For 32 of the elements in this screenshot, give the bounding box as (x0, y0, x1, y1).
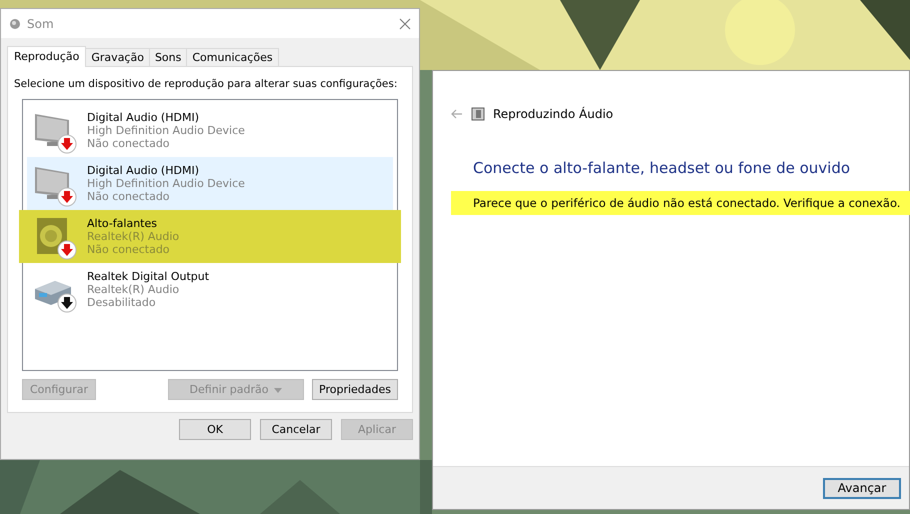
device-name: Realtek Digital Output (87, 270, 210, 283)
window-title: Reproduzindo Áudio (493, 107, 614, 121)
button[interactable]: Cancelar (260, 419, 332, 440)
device-item[interactable]: Alto-falantes Realtek(R) Audio Não conectado (19, 210, 401, 263)
close-icon[interactable] (399, 18, 411, 30)
button[interactable]: OK (179, 419, 251, 440)
window-title: Som (27, 16, 55, 30)
device-driver: Realtek(R) Audio (87, 230, 180, 243)
device-item[interactable]: Digital Audio (HDMI) High Definition Audio Device Não conectado (27, 104, 393, 157)
device-name: Digital Audio (HDMI) (87, 164, 200, 177)
device-status: Não conectado (87, 137, 171, 150)
tab[interactable]: Reprodução (7, 46, 86, 67)
device-name: Digital Audio (HDMI) (87, 111, 200, 124)
speaker-icon (9, 18, 21, 30)
device-driver: High Definition Audio Device (87, 124, 245, 137)
back-arrow-icon[interactable] (451, 109, 463, 119)
device-status: Não conectado (87, 190, 171, 203)
device-item[interactable]: Digital Audio (HDMI) High Definition Audio Device Não conectado (27, 157, 393, 210)
device-driver: Realtek(R) Audio (87, 283, 180, 296)
device-name: Alto-falantes (87, 217, 158, 230)
message-text: Parece que o periférico de áudio não está conectado. Verifique a conexão. (451, 191, 910, 215)
device-item[interactable]: Realtek Digital Output Realtek(R) Audio Desabilitado (27, 263, 393, 316)
next-button[interactable]: Avançar (823, 478, 901, 498)
device-status: Não conectado (87, 243, 171, 256)
app-icon (471, 107, 485, 121)
instruction-text: Selecione um dispositivo de reprodução para alterar suas configurações: (14, 77, 398, 91)
device-driver: High Definition Audio Device (87, 177, 245, 190)
tab[interactable]: Comunicações (186, 48, 279, 67)
device-status: Desabilitado (87, 296, 157, 309)
heading: Conecte o alto-falante, headset ou fone de ouvido (473, 159, 852, 177)
button[interactable]: Propriedades (312, 379, 398, 400)
caret-icon (274, 386, 282, 394)
